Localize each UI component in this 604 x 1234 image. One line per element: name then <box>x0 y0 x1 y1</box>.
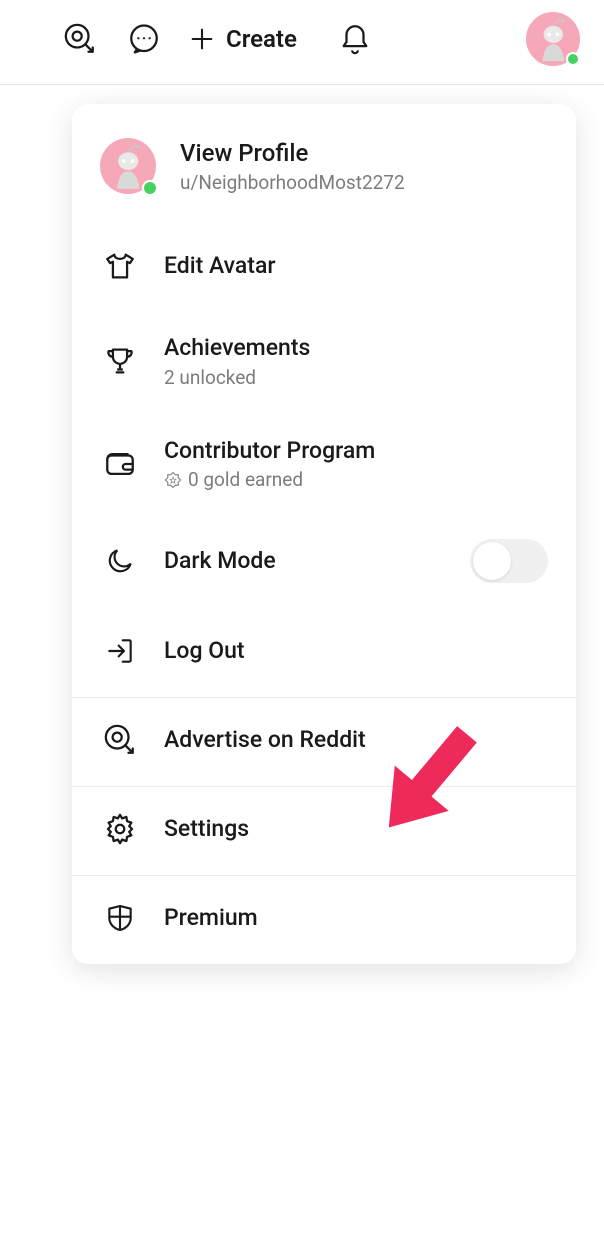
advertise-label: Advertise on Reddit <box>164 726 366 754</box>
shield-icon <box>100 898 140 938</box>
dark-mode-item[interactable]: Dark Mode <box>72 517 576 605</box>
create-button[interactable]: Create <box>188 25 297 53</box>
log-out-label: Log Out <box>164 637 245 665</box>
logout-icon <box>100 631 140 671</box>
advertise-item[interactable]: Advertise on Reddit <box>72 697 576 782</box>
contributor-program-item[interactable]: Contributor Program 0 gold earned <box>72 415 576 514</box>
premium-label: Premium <box>164 904 258 932</box>
achievements-sublabel: 2 unlocked <box>164 366 310 389</box>
dark-mode-toggle[interactable] <box>470 539 548 583</box>
view-profile-label: View Profile <box>180 139 405 167</box>
edit-avatar-item[interactable]: Edit Avatar <box>72 224 576 308</box>
log-out-item[interactable]: Log Out <box>72 609 576 693</box>
dark-mode-label: Dark Mode <box>164 547 276 575</box>
create-label: Create <box>226 25 297 53</box>
online-indicator <box>142 180 158 196</box>
gear-icon <box>100 809 140 849</box>
advertise-target-icon <box>100 720 140 760</box>
plus-icon <box>188 25 216 53</box>
user-avatar-button[interactable] <box>526 12 580 66</box>
settings-label: Settings <box>164 815 249 843</box>
wallet-icon <box>100 444 140 484</box>
view-profile-item[interactable]: View Profile u/NeighborhoodMost2272 <box>72 120 576 220</box>
achievements-label: Achievements <box>164 334 310 362</box>
edit-avatar-label: Edit Avatar <box>164 252 276 280</box>
header-bar: Create <box>0 0 604 85</box>
moon-icon <box>100 541 140 581</box>
settings-item[interactable]: Settings <box>72 786 576 871</box>
achievements-item[interactable]: Achievements 2 unlocked <box>72 312 576 411</box>
toggle-knob <box>473 542 511 580</box>
contributor-label: Contributor Program <box>164 437 375 465</box>
trophy-icon <box>100 341 140 381</box>
user-dropdown: View Profile u/NeighborhoodMost2272 Edit… <box>72 104 576 964</box>
avatar <box>100 138 156 194</box>
premium-item[interactable]: Premium <box>72 875 576 960</box>
gold-badge-icon <box>164 471 182 489</box>
chat-icon[interactable] <box>124 19 164 59</box>
advertise-icon[interactable] <box>60 19 100 59</box>
contributor-sublabel: 0 gold earned <box>164 468 375 491</box>
username-label: u/NeighborhoodMost2272 <box>180 171 405 194</box>
notifications-icon[interactable] <box>335 19 375 59</box>
tshirt-icon <box>100 246 140 286</box>
online-indicator <box>566 52 580 66</box>
